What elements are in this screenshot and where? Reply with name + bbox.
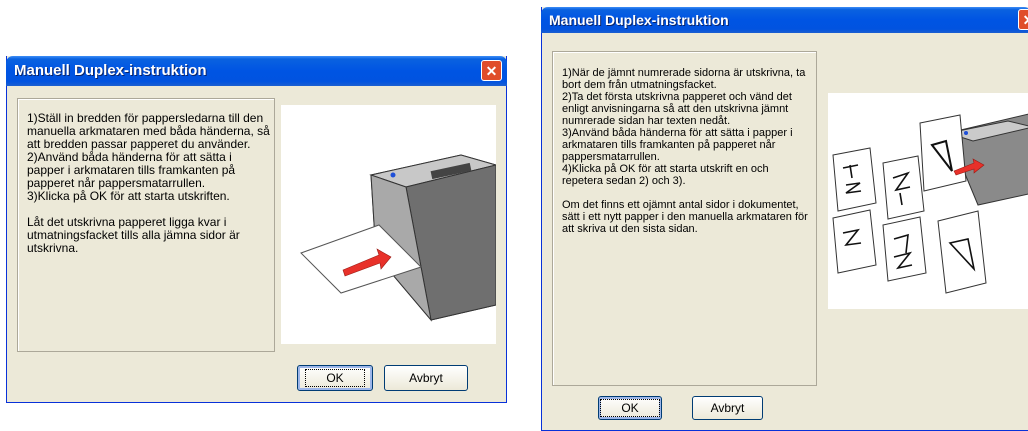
ok-button[interactable]: OK bbox=[297, 365, 373, 391]
close-button[interactable]: ✕ bbox=[481, 60, 502, 81]
duplex-dialog-step1: Manuell Duplex-instruktion ✕ 1)Ställ in … bbox=[6, 56, 507, 403]
page-flip-illustration bbox=[828, 93, 1028, 309]
duplex-dialog-step2: Manuell Duplex-instruktion ✕ 1)När de jä… bbox=[541, 7, 1028, 431]
dialog-title: Manuell Duplex-instruktion bbox=[549, 12, 729, 28]
page-flip-illustration-image bbox=[832, 113, 1028, 294]
close-button[interactable]: ✕ bbox=[1018, 9, 1028, 30]
printer-feed-illustration bbox=[281, 105, 496, 344]
instructions-text: 1)Ställ in bredden för pappersledarna ti… bbox=[27, 111, 270, 255]
title-bar[interactable]: Manuell Duplex-instruktion ✕ bbox=[541, 7, 1028, 33]
ok-button[interactable]: OK bbox=[598, 396, 662, 420]
cancel-button[interactable]: Avbryt bbox=[384, 365, 468, 391]
instructions-text: 1)När de jämnt numrerade sidorna är utsk… bbox=[562, 67, 808, 235]
dialog-title: Manuell Duplex-instruktion bbox=[14, 62, 207, 79]
printer-illustration-image bbox=[300, 154, 496, 322]
cancel-button[interactable]: Avbryt bbox=[692, 396, 763, 420]
title-bar[interactable]: Manuell Duplex-instruktion ✕ bbox=[6, 56, 507, 86]
